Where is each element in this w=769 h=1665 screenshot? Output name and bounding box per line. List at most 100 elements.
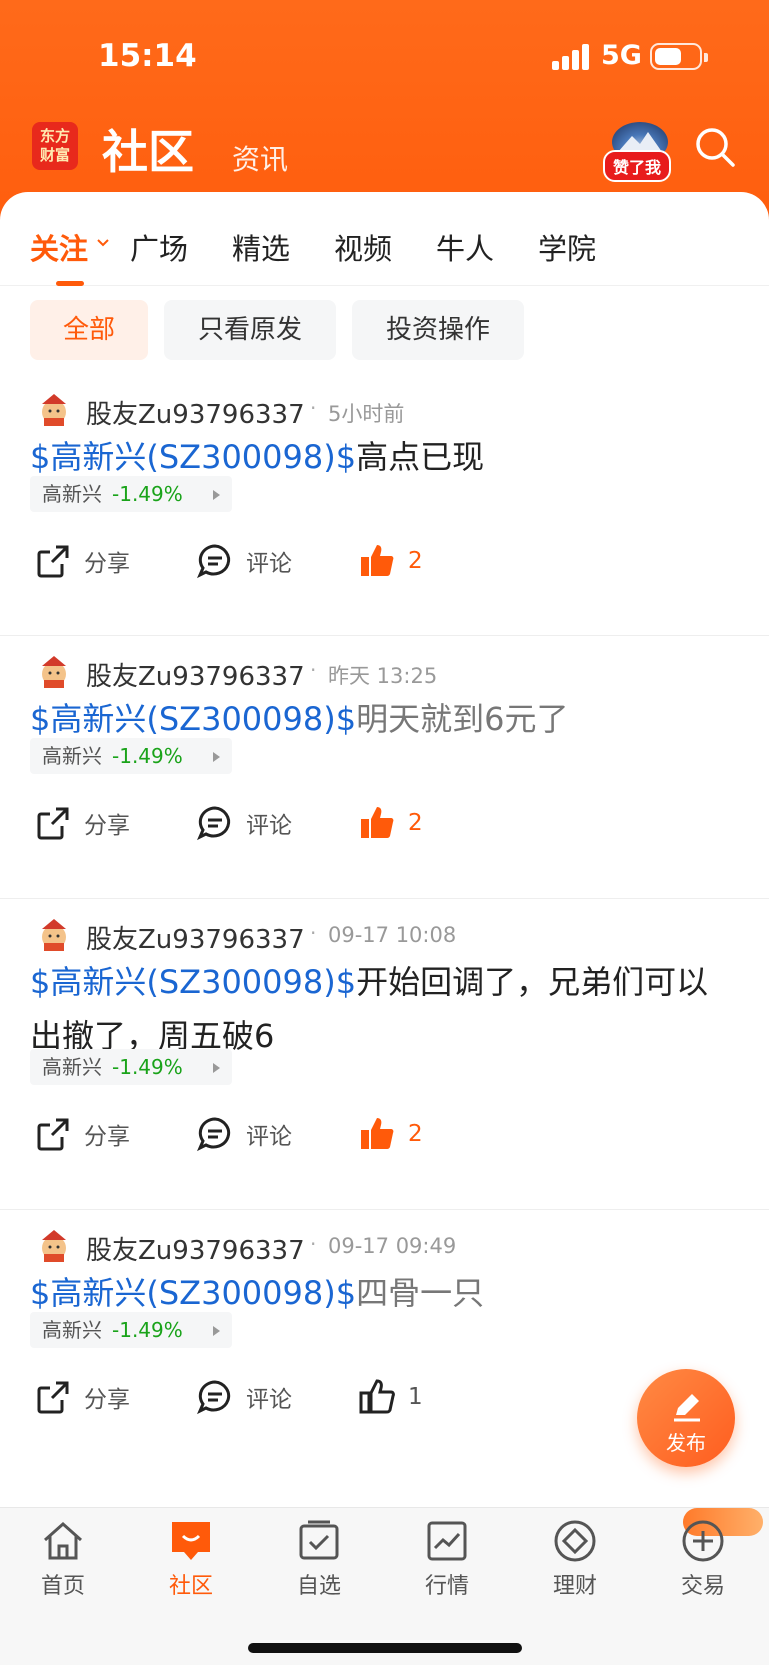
page-title[interactable]: 社区 (102, 116, 194, 182)
separator-dot: · (310, 396, 317, 420)
app-logo[interactable]: 东方 财富 (32, 122, 78, 170)
tab-following[interactable]: 关注 (30, 226, 88, 268)
tab-featured[interactable]: 精选 (232, 226, 290, 268)
home-icon (44, 1521, 82, 1560)
network-label: 5G (601, 40, 642, 71)
nav-watchlist[interactable]: 自选 (264, 1518, 374, 1600)
thumbs-up-icon (361, 1118, 394, 1149)
like-button[interactable]: 2 (358, 804, 423, 842)
tab-bar: 关注 广场 精选 视频 牛人 学院 (0, 192, 769, 286)
arrow-right-icon (213, 490, 220, 500)
post-author[interactable]: 股友Zu93796337 (86, 394, 305, 431)
tab-academy[interactable]: 学院 (538, 226, 596, 268)
like-count: 2 (408, 810, 423, 836)
comment-button[interactable]: 评论 (196, 1378, 292, 1416)
thumbs-up-icon (361, 545, 394, 576)
stock-link[interactable]: $高新兴(SZ300098)$ (30, 700, 356, 738)
stock-link[interactable]: $高新兴(SZ300098)$ (30, 438, 356, 476)
comment-button[interactable]: 评论 (196, 804, 292, 842)
share-icon (37, 807, 69, 840)
bottom-nav: 首页 社区 自选 行情 理财 交易 (0, 1507, 769, 1665)
tag-change: -1.49% (112, 744, 183, 768)
comment-label: 评论 (246, 1124, 292, 1150)
search-icon[interactable] (694, 126, 736, 168)
news-tab[interactable]: 资讯 (232, 138, 288, 178)
thumbs-up-icon (359, 1379, 395, 1414)
user-avatar[interactable] (36, 654, 72, 690)
stock-tag[interactable]: 高新兴 -1.49% (30, 738, 232, 774)
stock-tag[interactable]: 高新兴 -1.49% (30, 1312, 232, 1348)
logo-text-2: 财富 (39, 146, 70, 164)
market-icon (427, 1521, 467, 1561)
chip-all[interactable]: 全部 (30, 300, 148, 360)
tag-name: 高新兴 (42, 1318, 102, 1342)
share-button[interactable]: 分享 (34, 1115, 130, 1153)
user-avatar[interactable] (36, 392, 72, 428)
share-button[interactable]: 分享 (34, 542, 130, 580)
post-item[interactable]: 股友Zu93796337 · 09-17 10:08 $高新兴(SZ300098… (0, 899, 769, 1210)
battery-icon (650, 43, 708, 70)
stock-link[interactable]: $高新兴(SZ300098)$ (30, 963, 356, 1001)
post-item[interactable]: 股友Zu93796337 · 09-17 09:49 $高新兴(SZ300098… (0, 1210, 769, 1507)
share-label: 分享 (84, 1387, 130, 1413)
post-author[interactable]: 股友Zu93796337 (86, 656, 305, 693)
chip-original-only[interactable]: 只看原发 (164, 300, 336, 360)
comment-button[interactable]: 评论 (196, 542, 292, 580)
comment-label: 评论 (246, 813, 292, 839)
watchlist-icon (299, 1520, 339, 1560)
post-time: 昨天 13:25 (328, 664, 438, 688)
nav-community-label: 社区 (168, 1574, 213, 1599)
nav-market[interactable]: 行情 (392, 1518, 502, 1600)
nav-wealth-label: 理财 (552, 1574, 597, 1599)
post-content[interactable]: $高新兴(SZ300098)$开始回调了，兄弟们可以出撤了，周五破6 (30, 955, 740, 1063)
tag-name: 高新兴 (42, 1055, 102, 1079)
community-icon (172, 1522, 210, 1560)
comment-icon (197, 806, 231, 841)
share-button[interactable]: 分享 (34, 1378, 130, 1416)
tab-video[interactable]: 视频 (334, 226, 392, 268)
post-text: 四骨一只 (356, 1274, 485, 1312)
separator-dot: · (310, 658, 317, 682)
status-time: 15:14 (98, 38, 197, 74)
content-card: 关注 广场 精选 视频 牛人 学院 全部 只看原发 投资操作 股友Zu93796… (0, 192, 769, 1507)
separator-dot: · (310, 921, 317, 945)
post-time: 09-17 10:08 (328, 923, 457, 947)
publish-button[interactable]: 发布 (637, 1369, 735, 1467)
stock-tag[interactable]: 高新兴 -1.49% (30, 1049, 232, 1085)
tab-square[interactable]: 广场 (130, 226, 188, 268)
nav-home-label: 首页 (40, 1574, 85, 1599)
share-button[interactable]: 分享 (34, 804, 130, 842)
chevron-down-icon[interactable] (96, 238, 110, 248)
like-button[interactable]: 1 (358, 1378, 423, 1416)
stock-tag[interactable]: 高新兴 -1.49% (30, 476, 232, 512)
like-button[interactable]: 2 (358, 542, 423, 580)
share-label: 分享 (84, 1124, 130, 1150)
post-item[interactable]: 股友Zu93796337 · 5小时前 $高新兴(SZ300098)$高点已现 … (0, 374, 769, 636)
tag-change: -1.49% (112, 1318, 183, 1342)
arrow-right-icon (213, 1063, 220, 1073)
nav-wealth[interactable]: 理财 (520, 1518, 630, 1600)
active-tab-indicator (56, 281, 84, 286)
post-author[interactable]: 股友Zu93796337 (86, 1230, 305, 1267)
nav-home[interactable]: 首页 (8, 1518, 118, 1600)
liked-me-badge[interactable]: 赞了我 (603, 150, 672, 182)
post-text: 明天就到6元了 (356, 700, 569, 738)
pencil-icon (674, 1394, 700, 1422)
nav-trade-label: 交易 (680, 1574, 725, 1599)
user-avatar[interactable] (36, 1228, 72, 1264)
comment-button[interactable]: 评论 (196, 1115, 292, 1153)
chip-investment-ops[interactable]: 投资操作 (352, 300, 524, 360)
post-author[interactable]: 股友Zu93796337 (86, 919, 305, 956)
user-avatar[interactable] (36, 917, 72, 953)
like-button[interactable]: 2 (358, 1115, 423, 1153)
nav-community[interactable]: 社区 (136, 1518, 246, 1600)
like-count: 1 (408, 1384, 423, 1410)
post-item[interactable]: 股友Zu93796337 · 昨天 13:25 $高新兴(SZ300098)$明… (0, 636, 769, 899)
stock-link[interactable]: $高新兴(SZ300098)$ (30, 1274, 356, 1312)
nav-trade[interactable]: 交易 (648, 1518, 758, 1600)
tab-experts[interactable]: 牛人 (436, 226, 494, 268)
thumbs-up-icon (361, 807, 394, 838)
tag-name: 高新兴 (42, 482, 102, 506)
comment-icon (197, 1117, 231, 1152)
share-icon (37, 545, 69, 578)
